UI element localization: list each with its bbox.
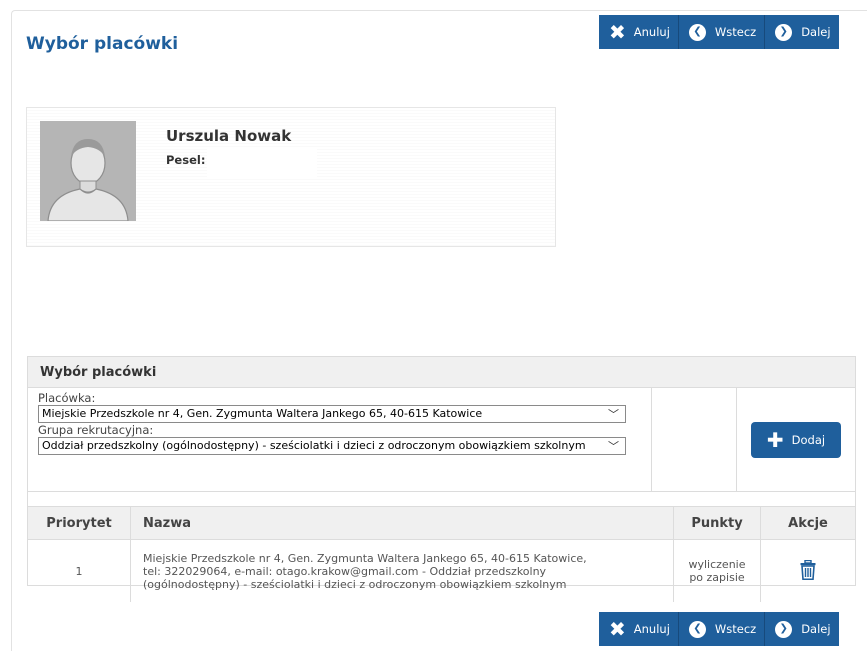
pesel-label: Pesel: <box>166 153 206 167</box>
add-cell: ✚ Dodaj <box>737 388 855 491</box>
person-name: Urszula Nowak <box>166 127 292 145</box>
user-silhouette-icon <box>40 121 136 221</box>
add-label: Dodaj <box>791 432 826 447</box>
add-button[interactable]: ✚ Dodaj <box>751 421 841 458</box>
trash-icon[interactable] <box>800 559 816 583</box>
back-button[interactable]: ❮ Wstecz <box>679 612 766 646</box>
col-name: Nazwa <box>130 507 674 540</box>
grupa-label: Grupa rekrutacyjna: <box>38 423 154 437</box>
placowka-select-value: Miejskie Przedszkole nr 4, Gen. Zygmunta… <box>42 407 483 420</box>
cancel-button[interactable]: ✖ Anuluj <box>599 612 679 646</box>
grupa-select[interactable]: Oddział przedszkolny (ogólnodostępny) - … <box>38 437 626 455</box>
placowka-select[interactable]: Miejskie Przedszkole nr 4, Gen. Zygmunta… <box>38 405 626 423</box>
form-row: Placówka: Miejskie Przedszkole nr 4, Gen… <box>28 388 855 492</box>
cancel-label: Anuluj <box>633 25 670 39</box>
col-points: Punkty <box>673 507 761 540</box>
points-line: po zapisie <box>689 571 745 584</box>
chevron-down-icon: ﹀ <box>608 440 619 453</box>
col-priority: Priorytet <box>28 507 131 540</box>
plus-icon: ✚ <box>766 427 784 452</box>
col-actions: Akcje <box>760 507 855 540</box>
spacer-row <box>28 492 855 507</box>
circle-arrow-right-icon: ❯ <box>775 23 793 41</box>
pesel-value-box <box>207 148 317 178</box>
points-cell: wyliczenie po zapisie <box>673 539 761 602</box>
circle-arrow-left-icon: ❮ <box>688 23 706 41</box>
page-title: Wybór placówki <box>26 34 179 54</box>
table-row: 1 Miejskie Przedszkole nr 4, Gen. Zygmun… <box>28 539 856 603</box>
selection-header: Wybór placówki <box>28 357 855 388</box>
back-label: Wstecz <box>714 25 757 39</box>
chevron-down-icon: ﹀ <box>608 408 619 421</box>
next-label: Dalej <box>801 25 831 39</box>
circle-arrow-right-icon: ❯ <box>775 620 793 638</box>
selected-facilities-table: Priorytet Nazwa Punkty Akcje 1 Miejskie … <box>28 507 855 602</box>
grupa-select-value: Oddział przedszkolny (ogólnodostępny) - … <box>42 439 586 452</box>
table-header-row: Priorytet Nazwa Punkty Akcje <box>28 507 855 540</box>
points-line: wyliczenie <box>688 558 746 571</box>
selection-section: Wybór placówki Placówka: Miejskie Przeds… <box>27 356 856 602</box>
bottom-toolbar: ✖ Anuluj ❮ Wstecz ❯ Dalej <box>599 612 839 646</box>
back-button[interactable]: ❮ Wstecz <box>679 15 766 49</box>
actions-cell <box>761 540 856 603</box>
name-line: tel: 322029064, e-mail: otago.krakow@gma… <box>143 564 547 578</box>
x-icon: ✖ <box>609 617 626 641</box>
priority-cell: 1 <box>28 539 131 602</box>
next-button[interactable]: ❯ Dalej <box>765 612 838 646</box>
person-card: Urszula Nowak Pesel: <box>26 107 556 247</box>
name-line: (ogólnodostępny) - sześciolatki i dzieci… <box>143 577 567 591</box>
cancel-button[interactable]: ✖ Anuluj <box>599 15 679 49</box>
form-fields: Placówka: Miejskie Przedszkole nr 4, Gen… <box>28 388 652 491</box>
x-icon: ✖ <box>609 20 626 44</box>
name-line: Miejskie Przedszkole nr 4, Gen. Zygmunta… <box>143 551 587 565</box>
circle-arrow-left-icon: ❮ <box>688 620 706 638</box>
next-button[interactable]: ❯ Dalej <box>765 15 838 49</box>
form-empty-cell <box>652 388 737 491</box>
placowka-label: Placówka: <box>38 391 96 405</box>
top-toolbar: ✖ Anuluj ❮ Wstecz ❯ Dalej <box>599 15 839 49</box>
name-cell: Miejskie Przedszkole nr 4, Gen. Zygmunta… <box>130 539 674 602</box>
